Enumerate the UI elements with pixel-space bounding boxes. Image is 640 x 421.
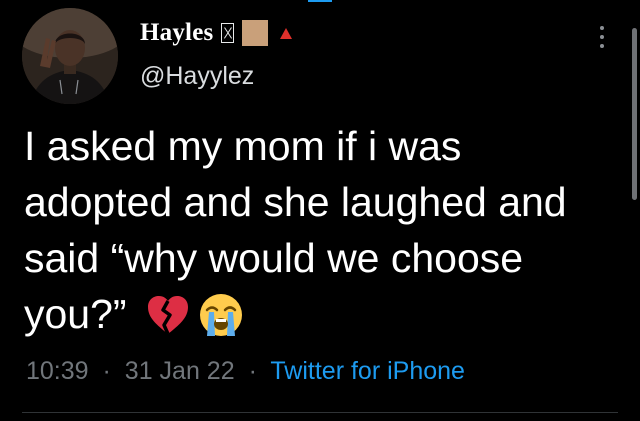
tweet-text-line: adopted and she laughed and	[24, 179, 567, 225]
separator-dot: ·	[102, 357, 111, 385]
avatar-photo	[22, 8, 118, 104]
tweet-source-link[interactable]: Twitter for iPhone	[270, 357, 465, 385]
username-handle[interactable]: @Hayylez	[140, 62, 254, 91]
tweet-time[interactable]: 10:39	[26, 357, 89, 385]
top-accent-line	[308, 0, 332, 2]
tweet-text-line: I asked my mom if i was	[24, 123, 462, 169]
emoji-group	[145, 292, 245, 338]
tweet-text-line: said “why would we choose	[24, 235, 524, 281]
tweet-date[interactable]: 31 Jan 22	[125, 357, 235, 385]
author-name-row[interactable]: Hayles	[140, 16, 293, 50]
red-triangle-icon	[280, 27, 293, 39]
display-name[interactable]: Hayles	[140, 19, 213, 47]
tweet-text-line-last: you?”	[24, 286, 624, 342]
broken-heart-icon	[147, 296, 188, 335]
avatar[interactable]	[22, 8, 118, 104]
loudly-crying-face-icon	[199, 294, 242, 336]
tweet-detail: Hayles @Hayylez I asked my mom if i was …	[0, 0, 640, 421]
skin-tone-emoji-icon	[242, 20, 269, 46]
tweet-metadata: 10:39 · 31 Jan 22 · Twitter for iPhone	[26, 353, 465, 389]
scrollbar[interactable]	[632, 28, 637, 200]
tweet-text: I asked my mom if i was adopted and she …	[24, 118, 624, 342]
more-options-icon[interactable]	[594, 20, 610, 54]
missing-glyph-icon	[221, 23, 235, 43]
separator-dot: ·	[248, 357, 257, 385]
divider	[22, 412, 618, 413]
tweet-text-line: you?”	[24, 291, 127, 337]
